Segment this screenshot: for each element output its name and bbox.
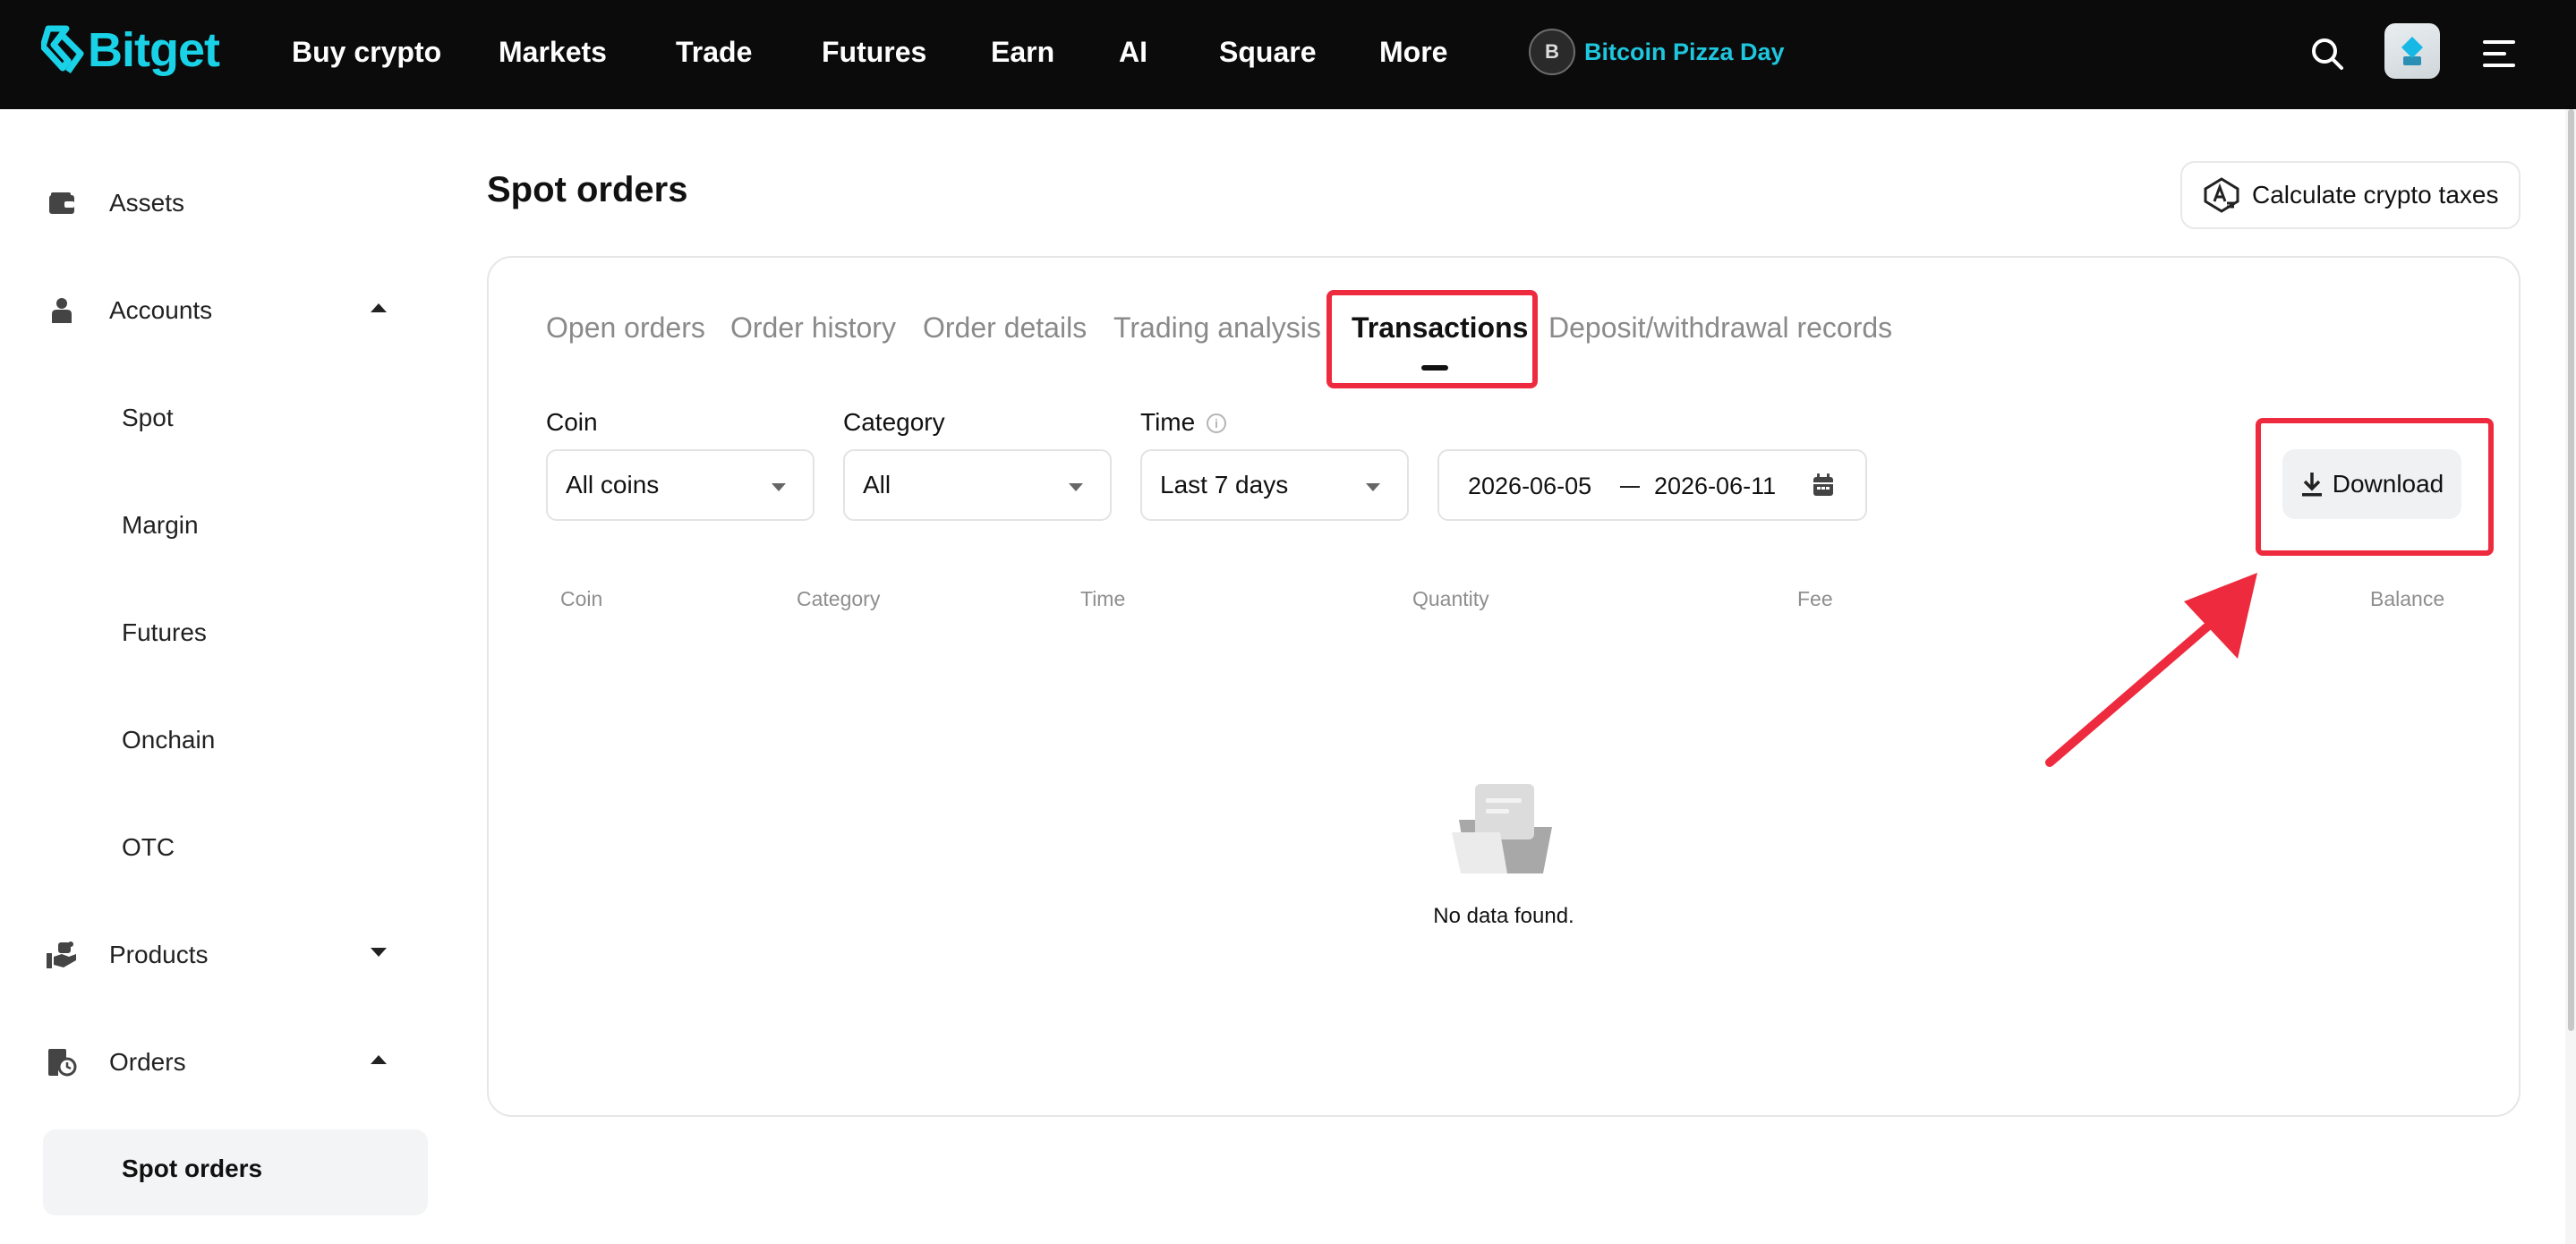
time-select[interactable]: Last 7 days xyxy=(1140,449,1409,521)
column-header-category: Category xyxy=(797,587,881,610)
column-header-quantity: Quantity xyxy=(1412,587,1489,610)
nav-markets[interactable]: Markets xyxy=(499,32,607,72)
tax-button-label: Calculate crypto taxes xyxy=(2252,181,2499,209)
sidebar-item-label: Assets xyxy=(109,189,185,217)
category-select-value: All xyxy=(863,471,891,498)
caret-down-icon xyxy=(1069,483,1083,491)
bitcoin-pizza-day-promo[interactable]: B Bitcoin Pizza Day xyxy=(1529,27,1785,77)
date-to[interactable]: 2026-06-11 xyxy=(1654,473,1776,500)
bitcoin-badge-icon: B xyxy=(1529,29,1575,75)
orders-card xyxy=(487,256,2521,1117)
sidebar-item-products[interactable]: Products xyxy=(43,919,428,991)
tax-calculator-icon xyxy=(2204,177,2239,213)
sidebar-item-label: Products xyxy=(109,941,209,968)
category-filter-label: Category xyxy=(843,408,945,436)
coin-filter-label: Coin xyxy=(546,408,598,436)
coin-select[interactable]: All coins xyxy=(546,449,815,521)
page-title: Spot orders xyxy=(487,170,688,209)
nav-square[interactable]: Square xyxy=(1219,32,1316,72)
nav-buy-crypto[interactable]: Buy crypto xyxy=(292,32,441,72)
column-header-coin: Coin xyxy=(560,587,603,610)
bitget-logo-icon xyxy=(41,25,86,75)
empty-folder-icon xyxy=(1450,780,1561,882)
tab-deposit-withdrawal-records[interactable]: Deposit/withdrawal records xyxy=(1548,308,1892,347)
chevron-up-icon xyxy=(371,303,387,312)
column-header-time: Time xyxy=(1080,587,1126,610)
nav-ai[interactable]: AI xyxy=(1119,32,1147,72)
search-icon[interactable] xyxy=(2300,27,2354,81)
sidebar-sub-margin[interactable]: Margin xyxy=(122,498,199,552)
nav-earn[interactable]: Earn xyxy=(991,32,1054,72)
sidebar-item-assets[interactable]: Assets xyxy=(43,167,428,239)
sidebar-sub-otc[interactable]: OTC xyxy=(122,821,175,874)
download-icon xyxy=(2301,473,2322,497)
caret-down-icon xyxy=(772,483,786,491)
sidebar-item-label: Orders xyxy=(109,1048,186,1076)
top-nav: Bitget Buy crypto Markets Trade Futures … xyxy=(0,0,2576,109)
brand-name: Bitget xyxy=(88,23,220,77)
download-button-label: Download xyxy=(2332,470,2444,498)
scrollbar-thumb[interactable] xyxy=(2568,109,2574,1031)
calendar-icon[interactable] xyxy=(1812,473,1835,502)
column-header-fee: Fee xyxy=(1797,587,1833,610)
sidebar-item-accounts[interactable]: Accounts xyxy=(43,275,428,346)
tab-trading-analysis[interactable]: Trading analysis xyxy=(1113,308,1321,347)
tab-order-details[interactable]: Order details xyxy=(923,308,1087,347)
wallet-icon xyxy=(43,184,81,222)
date-from[interactable]: 2026-06-05 xyxy=(1468,473,1591,500)
column-header-balance: Balance xyxy=(2370,587,2445,610)
time-select-value: Last 7 days xyxy=(1160,471,1289,498)
sidebar-sub-spot[interactable]: Spot xyxy=(122,391,174,445)
category-select[interactable]: All xyxy=(843,449,1112,521)
info-icon[interactable]: i xyxy=(1207,413,1226,433)
chevron-down-icon xyxy=(371,948,387,957)
orders-clock-icon xyxy=(43,1044,81,1081)
calculate-crypto-taxes-button[interactable]: Calculate crypto taxes xyxy=(2180,161,2521,229)
nav-trade[interactable]: Trade xyxy=(676,32,752,72)
sidebar-sub-onchain[interactable]: Onchain xyxy=(122,713,215,767)
empty-state-text: No data found. xyxy=(1433,904,1574,928)
nav-futures[interactable]: Futures xyxy=(822,32,926,72)
bitget-logo[interactable]: Bitget xyxy=(41,23,220,77)
avatar[interactable] xyxy=(2384,23,2440,79)
download-button[interactable]: Download xyxy=(2282,449,2461,519)
sidebar-sub-futures[interactable]: Futures xyxy=(122,606,207,660)
promo-label: Bitcoin Pizza Day xyxy=(1584,38,1785,65)
date-range-separator xyxy=(1620,486,1640,488)
sidebar-active-label: Spot orders xyxy=(122,1155,263,1182)
sidebar-item-orders[interactable]: Orders xyxy=(43,1027,428,1098)
nav-more[interactable]: More xyxy=(1379,32,1447,72)
products-hand-icon xyxy=(43,936,81,974)
sidebar-item-label: Accounts xyxy=(109,296,213,324)
caret-down-icon xyxy=(1366,483,1380,491)
date-range-picker[interactable]: 2026-06-05 2026-06-11 xyxy=(1437,449,1867,521)
menu-icon[interactable] xyxy=(2472,27,2526,81)
account-icon xyxy=(43,292,81,329)
time-filter-label: Time xyxy=(1140,408,1196,436)
tab-transactions[interactable]: Transactions xyxy=(1352,308,1528,347)
avatar-icon xyxy=(2401,37,2423,65)
tab-order-history[interactable]: Order history xyxy=(730,308,896,347)
chevron-up-icon xyxy=(371,1055,387,1064)
tab-open-orders[interactable]: Open orders xyxy=(546,308,705,347)
coin-select-value: All coins xyxy=(566,471,660,498)
active-tab-indicator xyxy=(1421,365,1448,371)
